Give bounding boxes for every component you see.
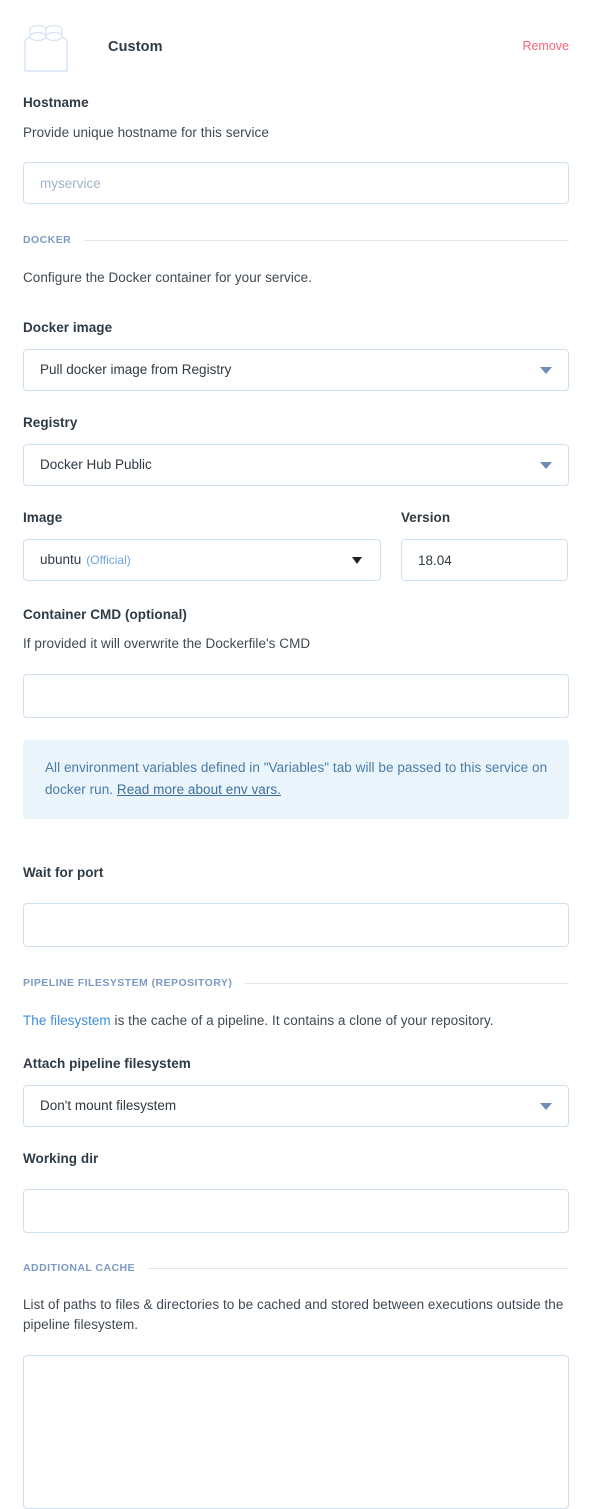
wait-for-port-field: Wait for port — [23, 863, 569, 947]
image-label: Image — [23, 510, 63, 525]
docker-section-label: DOCKER — [23, 234, 72, 246]
image-version-row: Image ubuntu (Official) Version — [23, 508, 569, 581]
registry-label: Registry — [23, 415, 78, 430]
version-label: Version — [401, 510, 451, 525]
image-select[interactable]: ubuntu (Official) — [23, 539, 381, 581]
hostname-help-text: Provide unique hostname for this service — [23, 125, 269, 140]
container-cmd-label: Container CMD (optional) — [23, 607, 187, 622]
working-dir-field: Working dir — [23, 1149, 569, 1233]
env-vars-callout: All environment variables defined in "Va… — [23, 740, 569, 819]
cache-section-divider: ADDITIONAL CACHE — [23, 1262, 569, 1274]
hostname-label: Hostname — [23, 95, 89, 110]
working-dir-label: Working dir — [23, 1151, 99, 1166]
attach-filesystem-field: Attach pipeline filesystem Don't mount f… — [23, 1054, 569, 1127]
service-settings-form: Custom Remove Hostname Provide unique ho… — [0, 0, 592, 1509]
additional-cache-textarea[interactable] — [23, 1355, 569, 1509]
hostname-field: Hostname Provide unique hostname for thi… — [23, 93, 569, 204]
image-official-badge: (Official) — [86, 553, 131, 567]
docker-section-description: Configure the Docker container for your … — [23, 270, 313, 285]
container-cmd-input[interactable] — [23, 674, 569, 718]
registry-selected-value: Docker Hub Public — [40, 457, 152, 472]
cache-section-label: ADDITIONAL CACHE — [23, 1262, 136, 1274]
wait-for-port-label: Wait for port — [23, 865, 104, 880]
docker-section-divider: DOCKER — [23, 234, 569, 246]
image-selected-value: ubuntu (Official) — [40, 540, 342, 580]
image-field: Image ubuntu (Official) — [23, 508, 381, 581]
service-title: Custom — [108, 39, 163, 55]
filesystem-section-label: PIPELINE FILESYSTEM (REPOSITORY) — [23, 977, 233, 989]
registry-field: Registry Docker Hub Public — [23, 413, 569, 486]
attach-filesystem-select[interactable]: Don't mount filesystem — [23, 1085, 569, 1127]
divider-rule — [245, 982, 569, 984]
filesystem-section-divider: PIPELINE FILESYSTEM (REPOSITORY) — [23, 977, 569, 989]
filesystem-description-rest: is the cache of a pipeline. It contains … — [110, 1013, 494, 1028]
the-filesystem-link[interactable]: The filesystem — [23, 1013, 111, 1028]
registry-select[interactable]: Docker Hub Public — [23, 444, 569, 486]
service-header: Custom Remove — [23, 0, 569, 94]
lego-brick-icon — [23, 22, 69, 73]
version-field: Version — [401, 508, 568, 581]
docker-image-field: Docker image Pull docker image from Regi… — [23, 318, 569, 391]
docker-image-select[interactable]: Pull docker image from Registry — [23, 349, 569, 391]
attach-filesystem-selected-value: Don't mount filesystem — [40, 1098, 177, 1113]
version-input[interactable] — [401, 539, 568, 581]
hostname-input[interactable] — [23, 162, 569, 204]
divider-rule — [84, 239, 569, 241]
divider-rule — [148, 1267, 569, 1269]
working-dir-input[interactable] — [23, 1189, 569, 1233]
filesystem-description: The filesystem is the cache of a pipelin… — [23, 1011, 569, 1031]
read-more-env-vars-link[interactable]: Read more about env vars. — [117, 782, 281, 797]
remove-service-link[interactable]: Remove — [522, 39, 569, 53]
wait-for-port-input[interactable] — [23, 903, 569, 947]
container-cmd-help-text: If provided it will overwrite the Docker… — [23, 636, 311, 651]
image-name: ubuntu — [40, 552, 82, 567]
docker-image-selected-value: Pull docker image from Registry — [40, 362, 232, 377]
attach-filesystem-label: Attach pipeline filesystem — [23, 1056, 191, 1071]
cache-description: List of paths to files & directories to … — [23, 1297, 564, 1332]
docker-image-label: Docker image — [23, 320, 113, 335]
container-cmd-field: Container CMD (optional) If provided it … — [23, 605, 569, 718]
